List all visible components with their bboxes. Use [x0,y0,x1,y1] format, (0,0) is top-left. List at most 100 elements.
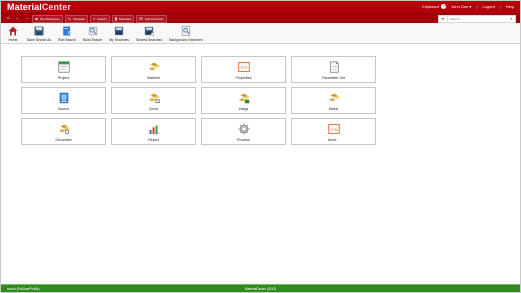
nav-tab-search[interactable]: ⌕ Search [90,14,110,23]
background-searches-button[interactable]: Background Searches [168,23,203,42]
build-search-button[interactable]: Build Search [82,23,103,42]
global-search: ▾ ⌕ [438,14,516,23]
image-icon [236,91,251,106]
my-searches-icon [112,25,126,37]
process-tile[interactable]: Process [201,118,286,145]
nav-tab-materials[interactable]: ▮ Materials [111,14,135,23]
toolbar-label: Home [8,38,18,42]
nav-tab-administration[interactable]: ☒ Administration [136,14,167,23]
clipboard-label: Clipboard [421,4,440,9]
clipboard-count-badge: 0 [441,4,447,10]
help-link[interactable]: Help [506,1,514,13]
toolbar-label: Background Searches [169,38,203,42]
user-name: John Doe [451,4,469,9]
toolbar-label: Shared Searches [136,38,163,42]
status-user-profile: smoot (FullUserProfile) [7,286,40,291]
document-icon [56,122,71,137]
chevron-down-icon: ▾ [469,4,472,9]
curve-icon [146,91,161,106]
tile-label: Material [147,75,160,80]
materials-icon: ▮ [114,15,118,21]
back-icon[interactable]: ← [14,15,21,22]
properties-icon: SOM [236,60,251,75]
nav-tab-navigate[interactable]: ↳ Navigate [64,14,89,23]
matrix-icon [326,91,341,106]
source-icon [56,91,71,106]
parameter-set-tile[interactable]: Parameter Set [291,56,376,83]
run-search-icon [60,25,74,37]
folder-icon: ▰ [35,15,39,21]
app-logo: MaterialCenter [7,1,71,13]
search-input[interactable] [448,15,508,22]
tile-label: Document [55,137,72,142]
navigation-controls: ⌂ ← → ▰ My Workspace ↳ Navigate ⌕ Search… [5,14,167,23]
more-tile[interactable]: SOM More... [291,118,376,145]
document-tile[interactable]: Document [21,118,106,145]
tile-label: Project [58,75,69,80]
background-searches-icon [179,25,193,37]
tile-label: Properties [235,75,252,80]
material-tile[interactable]: Material [111,56,196,83]
search-button[interactable]: ⌕ [508,16,515,22]
save-search-as-button[interactable]: Save Search As [26,23,52,42]
shared-searches-icon [142,25,156,37]
properties-badge: SOM [240,65,247,69]
navigate-icon: ↳ [67,15,72,21]
search-icon: ⌕ [510,16,513,21]
nav-tab-my-workspace[interactable]: ▰ My Workspace [32,14,63,23]
source-tile[interactable]: Source [21,87,106,114]
home-icon[interactable]: ⌂ [5,15,12,22]
toolbar-label: My Searches [109,38,130,42]
search-icon: ⌕ [93,15,96,21]
user-dropdown[interactable]: John Doe ▾ [451,1,471,13]
separator-text: | [476,4,478,9]
tile-label: Curve [148,106,159,111]
logout-link[interactable]: Logout [482,1,494,13]
nav-tab-label: Materials [119,16,132,21]
nav-tab-label: Search [97,16,107,21]
tile-label: Parameter Set [322,75,345,80]
tile-label: Source [57,106,70,111]
material-center-window: MaterialCenter Clipboard 0 John Doe ▾ | … [0,0,521,293]
tile-label: Matrix [328,106,339,111]
search-toolbar: Home Save Search As Run Search Build Sea… [1,23,520,44]
project-icon [56,60,71,75]
shared-searches-button[interactable]: Shared Searches [135,23,163,42]
status-bar: smoot (FullUserProfile) MaterialCenter (… [1,284,520,292]
tile-label: Process [237,137,250,142]
nav-tab-label: My Workspace [40,16,60,21]
matrix-tile[interactable]: Matrix [291,87,376,114]
curve-tile[interactable]: Curve [111,87,196,114]
administration-icon: ☒ [139,15,143,21]
nav-tab-label: Administration [144,16,164,21]
build-search-icon [86,25,100,37]
home-icon [6,25,20,37]
run-search-button[interactable]: Run Search [57,23,77,42]
user-menu-area: Clipboard 0 John Doe ▾ | Logout | Help [422,1,514,13]
image-tile[interactable]: Image [201,87,286,114]
toolbar-label: Build Search [83,38,103,42]
home-toolbar-button[interactable]: Home [5,23,21,42]
main-navigation: ⌂ ← → ▰ My Workspace ↳ Navigate ⌕ Search… [1,13,520,23]
report-tile[interactable]: Report [111,118,196,145]
object-tile-grid: Project Material SOM Properties Paramete… [21,56,520,145]
search-filter-button[interactable]: ▾ [439,15,448,22]
my-searches-button[interactable]: My Searches [108,23,130,42]
more-badge: SOM [330,127,337,131]
forward-icon[interactable]: → [23,15,30,22]
report-icon [146,122,161,137]
more-icon: SOM [326,122,341,137]
parameter-set-icon [326,60,341,75]
status-app-version: MaterialCenter (2013) [244,286,277,291]
project-tile[interactable]: Project [21,56,106,83]
toolbar-label: Save Search As [27,38,52,42]
nav-tab-label: Navigate [73,16,86,21]
clipboard-link[interactable]: Clipboard 0 [421,1,447,13]
brand-primary-text: Material [7,2,42,12]
properties-tile[interactable]: SOM Properties [201,56,286,83]
filter-icon: ▾ [441,16,444,21]
process-icon [236,122,251,137]
material-icon [146,60,161,75]
separator-text: | [499,4,501,9]
dashboard-content: Project Material SOM Properties Paramete… [1,44,520,284]
